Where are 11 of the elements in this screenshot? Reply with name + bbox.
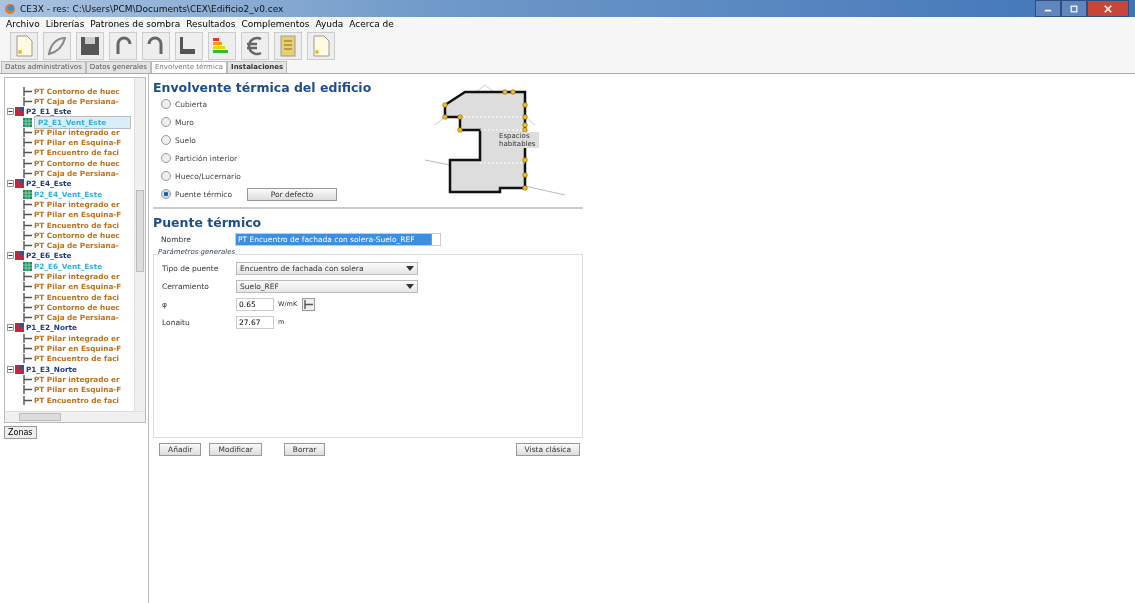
menu-item[interactable]: Resultados: [186, 18, 236, 29]
menu-item[interactable]: Archivo: [6, 18, 40, 29]
menu-item[interactable]: Patrones de sombra: [90, 18, 181, 29]
section-title: Puente térmico: [153, 215, 263, 230]
menu-item[interactable]: Complementos: [241, 18, 310, 29]
menu-item[interactable]: Ayuda: [315, 18, 344, 29]
zones-button[interactable]: Zonas: [4, 426, 37, 439]
menu-item[interactable]: Acerca de: [349, 18, 394, 29]
window-title: CE3X - res: C:\Users\PCM\Documents\CEX\Edificio2_v0.cex: [20, 3, 284, 14]
menu-item[interactable]: Librerías: [45, 18, 85, 29]
section-title: Envolvente térmica del edificio: [153, 80, 373, 95]
